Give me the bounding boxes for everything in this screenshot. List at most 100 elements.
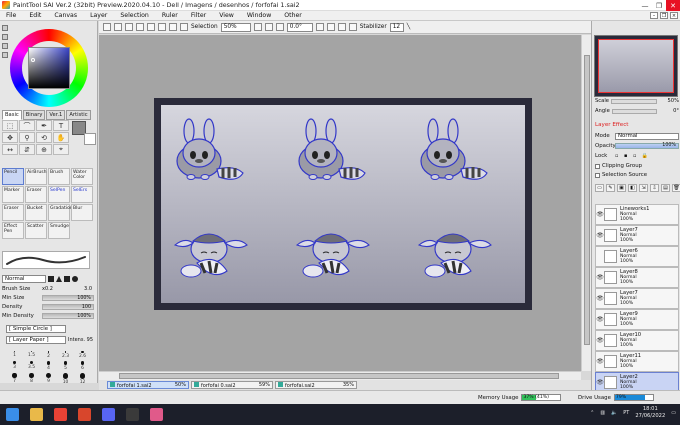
doc-minimize-button[interactable]: – (650, 12, 658, 19)
brush-tool-13[interactable]: Scatter (25, 222, 47, 239)
layer-link-icon[interactable]: ⇲ (639, 184, 648, 192)
intensity-value[interactable]: 95 (87, 337, 93, 343)
size-preset[interactable]: 8 (23, 373, 40, 383)
network-icon[interactable]: ▥ (600, 410, 605, 416)
size-preset[interactable]: 9 (40, 373, 57, 383)
visibility-eye-icon[interactable]: 👁 (596, 211, 604, 218)
visibility-eye-icon[interactable]: 👁 (596, 274, 604, 281)
min-density-slider[interactable]: 100% (42, 313, 94, 319)
rotate-left-icon[interactable] (315, 23, 324, 31)
zoom-tool-icon[interactable]: ⚲ (19, 132, 35, 143)
taskbar-app[interactable] (48, 404, 72, 425)
brush-tool-8[interactable]: Eraser (2, 204, 24, 221)
layer-row[interactable]: 👁 Layer10 Normal 100% (595, 330, 679, 351)
menu-other[interactable]: Other (278, 12, 309, 19)
layer-row[interactable]: 👁 Layer11 Normal 100% (595, 351, 679, 372)
canvas-vertical-scrollbar[interactable] (581, 35, 591, 371)
menu-filter[interactable]: Filter (185, 12, 213, 19)
new-folder-icon[interactable]: ▣ (617, 184, 626, 192)
open-file-icon[interactable] (114, 23, 122, 31)
eyedropper-icon[interactable]: ⌖ (53, 144, 69, 155)
mode-select[interactable]: Normal (615, 132, 679, 140)
stabilizer-select[interactable]: 12 (389, 22, 404, 32)
size-preset[interactable]: 4 (40, 361, 57, 371)
color-wheel-mode-icon[interactable] (2, 25, 8, 31)
square-shape-icon[interactable] (48, 276, 54, 282)
move-tool-icon[interactable]: ✥ (2, 132, 18, 143)
size-preset[interactable]: 3 (6, 361, 23, 371)
brush-tool-9[interactable]: Bucket (25, 204, 47, 221)
size-preset[interactable]: 2.6 (74, 351, 91, 359)
pen-pressure-icon[interactable]: ╲ (407, 24, 411, 30)
taskbar-app[interactable] (144, 404, 168, 425)
canvas-horizontal-scrollbar[interactable] (99, 371, 581, 380)
visibility-eye-icon[interactable]: 👁 (596, 316, 604, 323)
layer-clear-icon[interactable]: ▤ (661, 184, 670, 192)
minimize-button[interactable]: — (638, 0, 652, 11)
size-preset[interactable]: 2.3 (57, 351, 74, 359)
visibility-eye-icon[interactable]: 👁 (596, 358, 604, 365)
tab-basic[interactable]: Basic (2, 110, 22, 120)
size-preset[interactable]: 1 (6, 351, 23, 359)
selection-source-checkbox[interactable]: Selection Source (595, 172, 647, 178)
size-preset[interactable]: 12 (74, 373, 91, 383)
brush-tool-0[interactable]: Pencil (2, 168, 24, 185)
rgb-slider-mode-icon[interactable] (2, 34, 8, 40)
lasso-tool-icon[interactable]: ⌒ (19, 120, 35, 131)
checkbox-icon[interactable] (595, 163, 600, 169)
color-saturation-value-square[interactable] (28, 47, 70, 89)
delete-layer-icon[interactable]: 🗑 (672, 184, 680, 192)
taskbar-app[interactable] (24, 404, 48, 425)
brush-tool-6[interactable]: SelPen (48, 186, 70, 203)
triangle-shape-icon[interactable] (56, 276, 62, 282)
undo-icon[interactable] (136, 23, 144, 31)
selection-toggle-icon[interactable] (180, 23, 188, 31)
flip-view-icon[interactable] (348, 23, 357, 31)
layer-effect-toggle[interactable]: Layer Effect (595, 122, 628, 128)
tab-artistic[interactable]: Artistic (66, 110, 91, 120)
language-indicator[interactable]: PT (623, 410, 629, 416)
zoom-in-icon[interactable] (264, 23, 273, 31)
brush-tool-1[interactable]: AirBrush (25, 168, 47, 185)
visibility-eye-icon[interactable]: 👁 (596, 295, 604, 302)
brush-tool-4[interactable]: Marker (2, 186, 24, 203)
color-picker-marker[interactable] (31, 58, 35, 62)
layer-mask-icon[interactable]: ◧ (628, 184, 637, 192)
brush-size-value[interactable]: 3.0 (58, 286, 94, 292)
selection-tool-icon[interactable]: ⬚ (2, 120, 18, 131)
layer-row[interactable]: 👁 Lineworks1 Normal 100% (595, 204, 679, 225)
doc-tab[interactable]: forfofai.sai2 35% (275, 381, 357, 389)
horizontal-scroll-thumb[interactable] (119, 373, 559, 379)
maximize-button[interactable]: ❐ (652, 0, 666, 11)
doc-restore-button[interactable]: ❐ (660, 12, 668, 19)
zoom-reset-icon[interactable] (275, 23, 284, 31)
brush-texture-select[interactable]: [ Layer Paper ] (6, 336, 66, 344)
tab-ver1[interactable]: Ver.1 (46, 110, 66, 120)
visibility-eye-icon[interactable]: 👁 (596, 379, 604, 386)
brush-tool-5[interactable]: Eraser (25, 186, 47, 203)
brush-tool-2[interactable]: Brush (48, 168, 70, 185)
invert-selection-icon[interactable] (169, 23, 177, 31)
brush-tool-10[interactable]: Gradation (48, 204, 73, 221)
round-shape-icon[interactable] (72, 276, 78, 282)
min-size-slider[interactable]: 100% (42, 295, 94, 301)
size-preset[interactable]: 5 (57, 361, 74, 371)
size-preset[interactable]: 1.5 (23, 351, 40, 359)
visibility-eye-icon[interactable]: 👁 (596, 232, 604, 239)
brush-tool-7[interactable]: SelErs (71, 186, 93, 203)
rotate-right-icon[interactable] (326, 23, 335, 31)
canvas-area[interactable] (99, 35, 581, 371)
layer-row[interactable]: 👁 Layer7 Normal 100% (595, 288, 679, 309)
brush-size-multiplier[interactable]: x0.2 (42, 286, 58, 292)
hsv-slider-mode-icon[interactable] (2, 43, 8, 49)
density-slider[interactable]: 100 (42, 304, 94, 310)
magic-wand-icon[interactable]: ✒ (36, 120, 52, 131)
text-tool-icon[interactable]: T (53, 120, 69, 131)
menu-file[interactable]: File (0, 12, 23, 19)
menu-canvas[interactable]: Canvas (48, 12, 84, 19)
rotate-tool-icon[interactable]: ⟲ (36, 132, 52, 143)
layer-row[interactable]: 👁 Layer7 Normal 100% (595, 225, 679, 246)
tray-chevron-icon[interactable]: ⌃ (590, 410, 594, 416)
hand-tool-icon[interactable]: ✋ (53, 132, 69, 143)
lock-icons[interactable]: ▫ ▪ ▫ 🔒 (615, 153, 650, 159)
